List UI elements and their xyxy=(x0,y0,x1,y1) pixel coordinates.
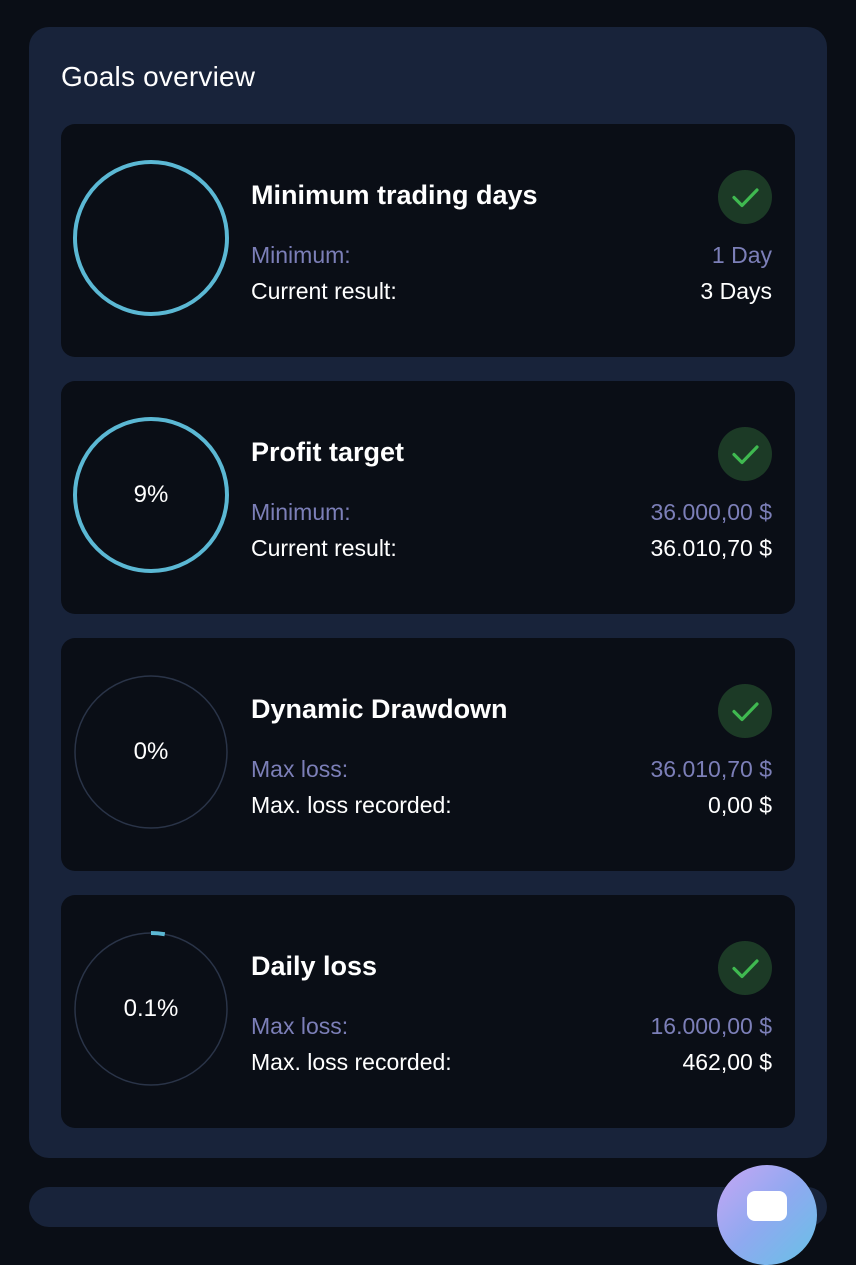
current-result-value: 0,00 $ xyxy=(708,792,772,818)
requirement-row: Max loss: 16.000,00 $ xyxy=(251,1013,772,1043)
goal-card-profit-target: 9% Profit target Minimum: 36.000,00 $ Cu… xyxy=(61,381,795,614)
progress-ring xyxy=(71,158,231,318)
check-icon xyxy=(718,684,772,738)
goal-title: Profit target xyxy=(251,437,405,467)
goal-card-minimum-trading-days: Minimum trading days Minimum: 1 Day Curr… xyxy=(61,124,795,357)
progress-ring: 9% xyxy=(71,415,231,575)
chat-button[interactable] xyxy=(717,1165,817,1265)
progress-ring-label xyxy=(71,158,231,318)
requirement-label: Minimum: xyxy=(251,499,351,525)
requirement-value: 36.000,00 $ xyxy=(650,499,772,525)
check-icon xyxy=(718,427,772,481)
requirement-row: Minimum: 36.000,00 $ xyxy=(251,499,772,529)
requirement-value: 16.000,00 $ xyxy=(650,1013,772,1039)
progress-ring-label: 9% xyxy=(133,481,169,508)
current-result-row: Current result: 3 Days xyxy=(251,278,772,308)
requirement-row: Max loss: 36.010,70 $ xyxy=(251,756,772,786)
current-result-value: 36.010,70 $ xyxy=(650,535,772,561)
goal-title: Minimum trading days xyxy=(251,180,538,210)
goal-card-daily-loss: 0.1% Daily loss Max loss: 16.000,00 $ Ma… xyxy=(61,895,795,1128)
current-result-row: Max. loss recorded: 0,00 $ xyxy=(251,792,772,822)
goals-overview-panel: Goals overview Minimum trading days Mini… xyxy=(29,27,827,1158)
check-icon xyxy=(718,941,772,995)
check-icon xyxy=(718,170,772,224)
current-result-row: Max. loss recorded: 462,00 $ xyxy=(251,1049,772,1079)
requirement-value: 1 Day xyxy=(711,242,772,268)
goal-title: Daily loss xyxy=(251,951,378,981)
current-result-row: Current result: 36.010,70 $ xyxy=(251,535,772,565)
progress-ring: 0.1% xyxy=(71,929,231,1089)
requirement-row: Minimum: 1 Day xyxy=(251,242,772,272)
requirement-value: 36.010,70 $ xyxy=(650,756,772,782)
current-result-label: Max. loss recorded: xyxy=(251,792,452,818)
current-result-value: 462,00 $ xyxy=(682,1049,772,1075)
current-result-label: Max. loss recorded: xyxy=(251,1049,452,1075)
goal-card-dynamic-drawdown: 0% Dynamic Drawdown Max loss: 36.010,70 … xyxy=(61,638,795,871)
requirement-label: Max loss: xyxy=(251,1013,349,1039)
chat-icon xyxy=(747,1191,787,1221)
progress-ring: 0% xyxy=(71,672,231,832)
goal-title: Dynamic Drawdown xyxy=(251,694,508,724)
requirement-label: Minimum: xyxy=(251,242,351,268)
progress-ring-label: 0% xyxy=(133,738,169,765)
progress-ring-label: 0.1% xyxy=(123,995,179,1022)
current-result-value: 3 Days xyxy=(700,278,772,304)
current-result-label: Current result: xyxy=(251,535,397,561)
requirement-label: Max loss: xyxy=(251,756,349,782)
panel-title: Goals overview xyxy=(61,61,256,92)
current-result-label: Current result: xyxy=(251,278,397,304)
next-section-panel xyxy=(29,1187,827,1227)
